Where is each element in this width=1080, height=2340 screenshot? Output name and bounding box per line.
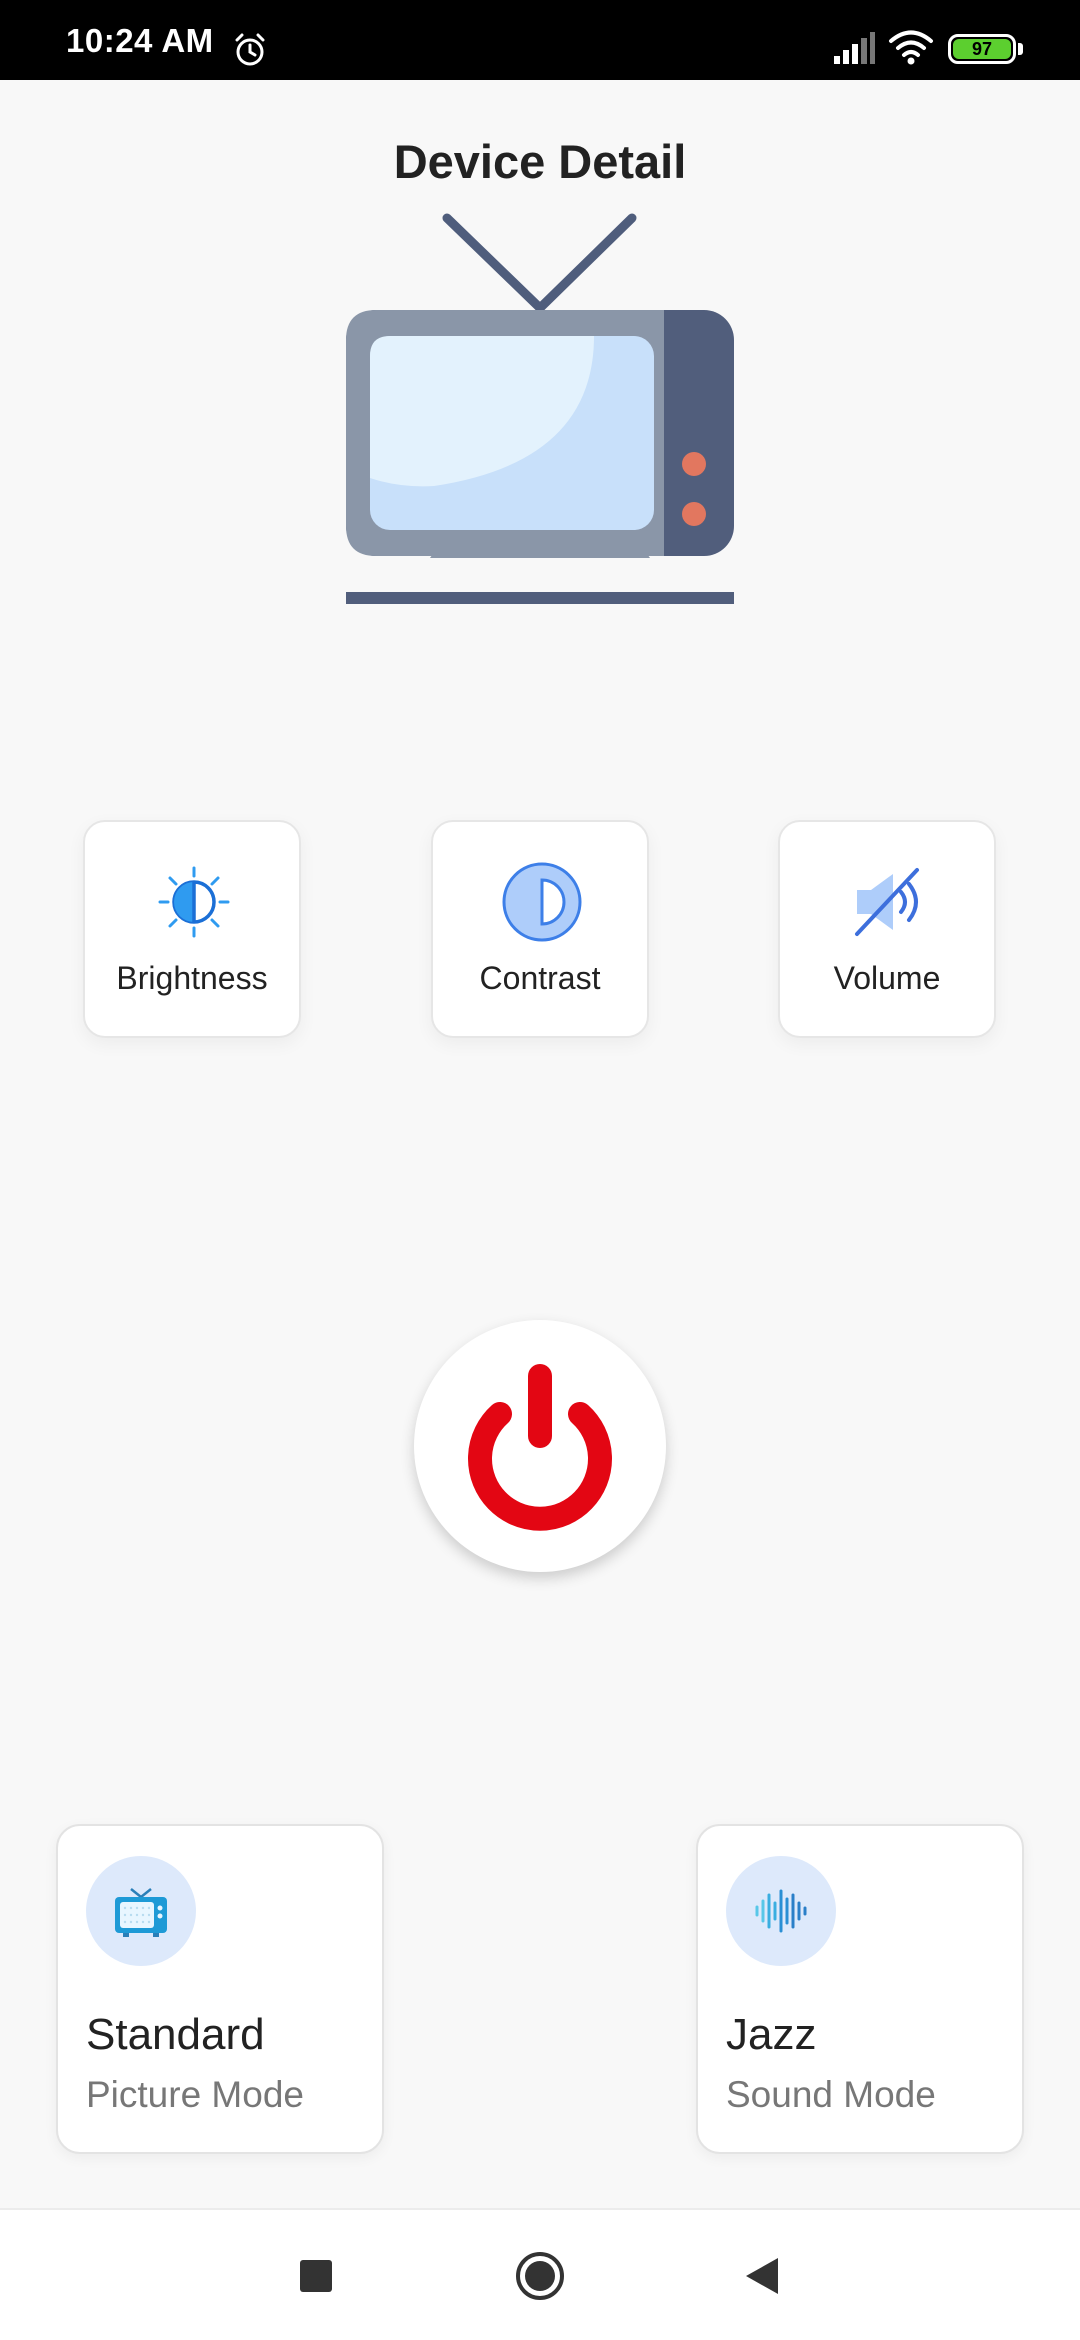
- battery-icon: 97: [948, 34, 1016, 64]
- sound-mode-label: Sound Mode: [726, 2074, 936, 2115]
- sound-mode-card[interactable]: Jazz Sound Mode: [696, 1824, 1024, 2154]
- power-icon: [468, 1364, 612, 1531]
- volume-button[interactable]: Volume: [778, 820, 996, 1038]
- sound-mode-value: Jazz: [726, 2010, 817, 2059]
- alarm-icon: [235, 33, 265, 66]
- volume-muted-icon: [855, 868, 919, 936]
- contrast-icon: [502, 862, 582, 942]
- battery-level: 97: [953, 39, 1011, 59]
- picture-mode-card[interactable]: Standard Picture Mode: [56, 1824, 384, 2154]
- status-time: 10:24 AM: [66, 22, 214, 59]
- brightness-button[interactable]: Brightness: [83, 820, 301, 1038]
- navigation-bar: [0, 2208, 1080, 2340]
- device-detail-screen: 10:24 AM 97 Device Detail Brightness Con…: [0, 0, 1080, 2340]
- volume-label: Volume: [833, 960, 941, 996]
- picture-mode-icon-bg: [86, 1856, 196, 1966]
- picture-mode-label: Picture Mode: [86, 2074, 304, 2115]
- brightness-icon: [158, 866, 230, 938]
- sound-mode-icon-bg: [726, 1856, 836, 1966]
- recents-icon[interactable]: [300, 2260, 332, 2292]
- status-bar: 10:24 AM 97: [0, 0, 1080, 80]
- home-icon[interactable]: [514, 2250, 566, 2302]
- contrast-label: Contrast: [479, 960, 601, 996]
- sound-wave-icon: [755, 1889, 807, 1933]
- power-button[interactable]: [414, 1320, 666, 1572]
- battery-tip: [1018, 43, 1023, 55]
- page-title: Device Detail: [393, 135, 687, 188]
- back-icon[interactable]: [742, 2254, 782, 2298]
- signal-icon: [834, 32, 875, 64]
- tv-mode-icon: [115, 1888, 167, 1937]
- brightness-label: Brightness: [116, 960, 268, 996]
- wifi-icon: [889, 30, 933, 65]
- picture-mode-value: Standard: [86, 2010, 265, 2059]
- contrast-button[interactable]: Contrast: [431, 820, 649, 1038]
- tv-icon: [346, 213, 734, 604]
